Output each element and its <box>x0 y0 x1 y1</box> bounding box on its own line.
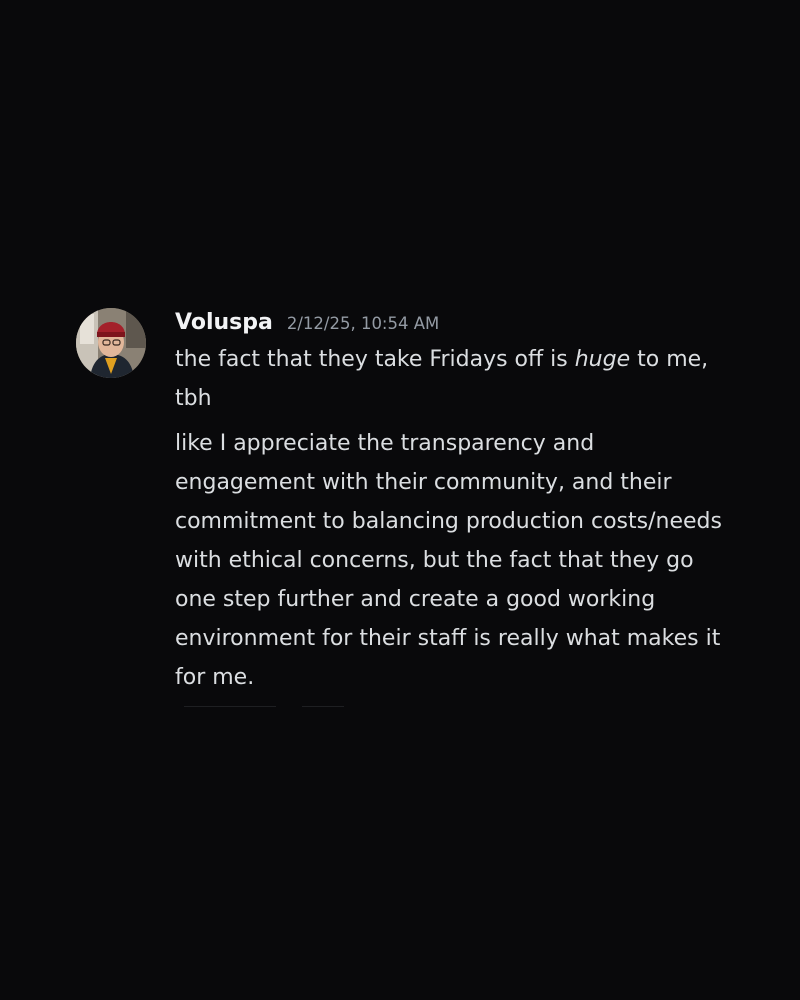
message-header: Voluspa 2/12/25, 10:54 AM <box>175 306 735 340</box>
message-text-emphasis: huge <box>574 347 631 372</box>
message-text-before: the fact that they take Fridays off is <box>175 347 575 372</box>
avatar-photo-icon <box>76 308 146 378</box>
message-timestamp[interactable]: 2/12/25, 10:54 AM <box>287 307 439 341</box>
user-avatar[interactable] <box>76 308 146 378</box>
message-text: the fact that they take Fridays off is h… <box>175 340 735 418</box>
reaction-button[interactable] <box>184 706 276 707</box>
reaction-button[interactable] <box>302 706 344 707</box>
message-content: Voluspa 2/12/25, 10:54 AM the fact that … <box>175 306 735 697</box>
message-text: like I appreciate the transparency and e… <box>175 431 722 690</box>
username[interactable]: Voluspa <box>175 306 273 340</box>
